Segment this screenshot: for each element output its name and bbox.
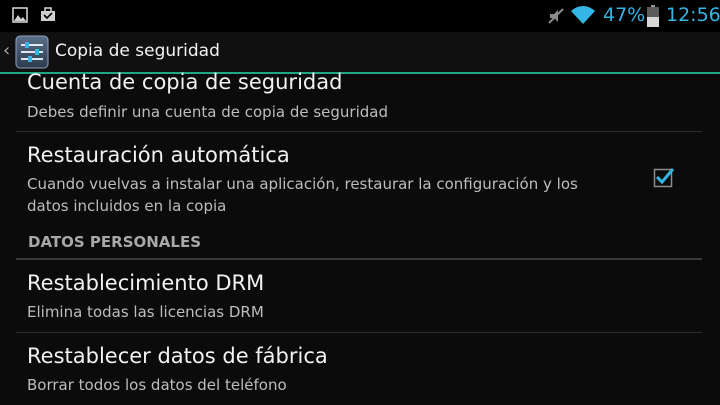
gallery-notification-icon	[12, 7, 28, 23]
wifi-icon	[571, 6, 595, 24]
up-navigation-icon[interactable]: ‹	[3, 40, 10, 61]
status-bar: 47% 12:56	[0, 0, 720, 32]
section-header: DATOS PERSONALES	[28, 233, 202, 251]
action-bar: ‹ Copia de seguridad	[0, 32, 720, 74]
list-item-backup-account[interactable]: Cuenta de copia de seguridad Debes defin…	[0, 70, 720, 130]
muted-icon	[548, 8, 564, 24]
briefcase-notification-icon	[41, 7, 55, 21]
page-title: Copia de seguridad	[55, 41, 220, 61]
battery-icon	[647, 5, 659, 27]
item-title: Restablecimiento DRM	[27, 271, 265, 295]
item-summary-line-2: datos incluidos en la copia	[27, 197, 227, 215]
battery-percent: 47%	[603, 4, 646, 26]
settings-icon[interactable]	[14, 34, 50, 70]
item-title: Restauración automática	[27, 143, 290, 167]
item-summary: Debes definir una cuenta de copia de seg…	[27, 103, 388, 121]
item-summary-line-1: Cuando vuelvas a instalar una aplicación…	[27, 175, 578, 193]
list-item-drm-reset[interactable]: Restablecimiento DRM Elimina todas las l…	[0, 260, 720, 332]
item-title: Cuenta de copia de seguridad	[27, 70, 343, 94]
list-item-factory-reset[interactable]: Restablecer datos de fábrica Borrar todo…	[0, 333, 720, 405]
clock: 12:56	[666, 4, 720, 26]
item-title: Restablecer datos de fábrica	[27, 344, 328, 368]
item-summary: Elimina todas las licencias DRM	[27, 303, 264, 321]
item-summary: Borrar todos los datos del teléfono	[27, 376, 287, 394]
list-item-auto-restore[interactable]: Restauración automática Cuando vuelvas a…	[0, 132, 720, 222]
auto-restore-checkbox[interactable]	[653, 166, 675, 188]
